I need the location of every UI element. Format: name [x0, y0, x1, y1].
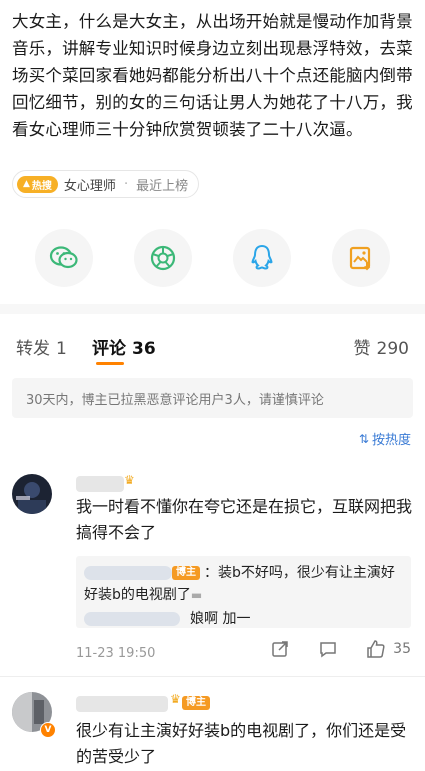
crown-icon: ♛ — [124, 473, 135, 487]
sort-label: 按热度 — [371, 433, 411, 448]
verified-badge-icon: V — [40, 722, 56, 738]
hot-topic: 女心理师 — [63, 178, 116, 194]
thumbs-up-icon — [367, 640, 385, 658]
hot-badge: ▲ 热搜 — [17, 175, 58, 193]
tab-bar: 转发 1 评论 36 赞 290 — [0, 326, 425, 366]
sort-icon: ⇅ — [358, 431, 369, 446]
author-badge: 博主 — [182, 696, 210, 710]
save-image-icon — [350, 246, 371, 271]
hot-status: 最近上榜 — [136, 178, 189, 194]
like-count: 35 — [393, 641, 411, 657]
comment-text: 我一时看不懂你在夸它还是在损它，互联网把我搞得不会了 — [76, 497, 413, 542]
share-comment-button[interactable] — [269, 638, 291, 660]
share-row — [0, 222, 425, 294]
tab-comment[interactable]: 评论 36 — [92, 334, 156, 359]
comment-actions: 35 — [243, 638, 411, 660]
wechat-icon — [49, 246, 78, 269]
tab-like-label: 赞 — [353, 339, 371, 359]
username-blurred[interactable] — [76, 696, 168, 712]
reply-comment-button[interactable] — [317, 638, 339, 660]
hot-badge-label: 热搜 — [31, 180, 52, 192]
tab-repost-label: 转发 — [16, 339, 50, 359]
reply-text: 娘啊 加一 — [190, 611, 251, 627]
reply-box[interactable]: 博主 ：装b不好吗，很少有让主演好好装b的电视剧了▬ 娘啊 加一 — [76, 556, 411, 628]
tab-repost-count: 1 — [56, 339, 67, 359]
hot-search-tag[interactable]: ▲ 热搜 女心理师 · 最近上榜 — [12, 170, 200, 198]
comment-icon — [320, 642, 336, 658]
reply-username-blurred — [84, 612, 180, 626]
comment-item: V ♛ 博主 很少有让主演好好装b的电视剧了，你们还是受的苦受少了 — [0, 688, 425, 771]
post-text: 大女主，什么是大女主，从出场开始就是慢动作加背景音乐，讲解专业知识时候身边立刻出… — [12, 12, 413, 139]
avatar[interactable] — [12, 474, 52, 514]
comment-time: 11-23 19:50 — [76, 646, 156, 661]
tab-like[interactable]: 赞 290 — [354, 334, 409, 359]
active-tab-indicator — [96, 362, 124, 365]
blocklist-notice: 30天内，博主已拉黑恶意评论用户3人，请谨慎评论 — [12, 378, 413, 418]
tab-like-count: 290 — [376, 339, 409, 359]
username-blurred[interactable] — [76, 476, 124, 492]
tag-separator: · — [123, 176, 129, 192]
wechat-share-button[interactable] — [34, 229, 93, 287]
cigarette-emoji-icon: ▬ — [190, 588, 203, 602]
avatar-image — [12, 474, 52, 514]
qq-icon — [251, 244, 273, 270]
like-comment-button[interactable] — [365, 638, 387, 660]
flame-icon: ▲ — [23, 179, 30, 189]
tab-comment-label: 评论 — [92, 339, 126, 359]
crown-icon: ♛ — [170, 692, 181, 706]
sort-by-hot-button[interactable]: ⇅ 按热度 — [358, 429, 411, 449]
comment-item: ♛ 我一时看不懂你在夸它还是在损它，互联网把我搞得不会了 博主 ：装b不好吗，很少… — [0, 470, 425, 676]
reply-item: 博主 ：装b不好吗，很少有让主演好好装b的电视剧了▬ — [84, 562, 404, 606]
comment-divider — [0, 676, 425, 677]
tab-repost[interactable]: 转发 1 — [16, 334, 67, 359]
save-image-share-button[interactable] — [332, 229, 391, 287]
qq-share-button[interactable] — [233, 229, 292, 287]
moments-share-button[interactable] — [133, 229, 192, 287]
section-divider — [0, 304, 425, 314]
author-badge: 博主 — [172, 566, 200, 580]
tab-comment-count: 36 — [132, 339, 156, 359]
reply-item: 娘啊 加一 — [84, 608, 250, 628]
moments-icon — [150, 245, 175, 271]
share-icon — [272, 641, 288, 657]
comment-text: 很少有让主演好好装b的电视剧了，你们还是受的苦受少了 — [76, 721, 407, 766]
reply-username-blurred — [84, 566, 172, 580]
